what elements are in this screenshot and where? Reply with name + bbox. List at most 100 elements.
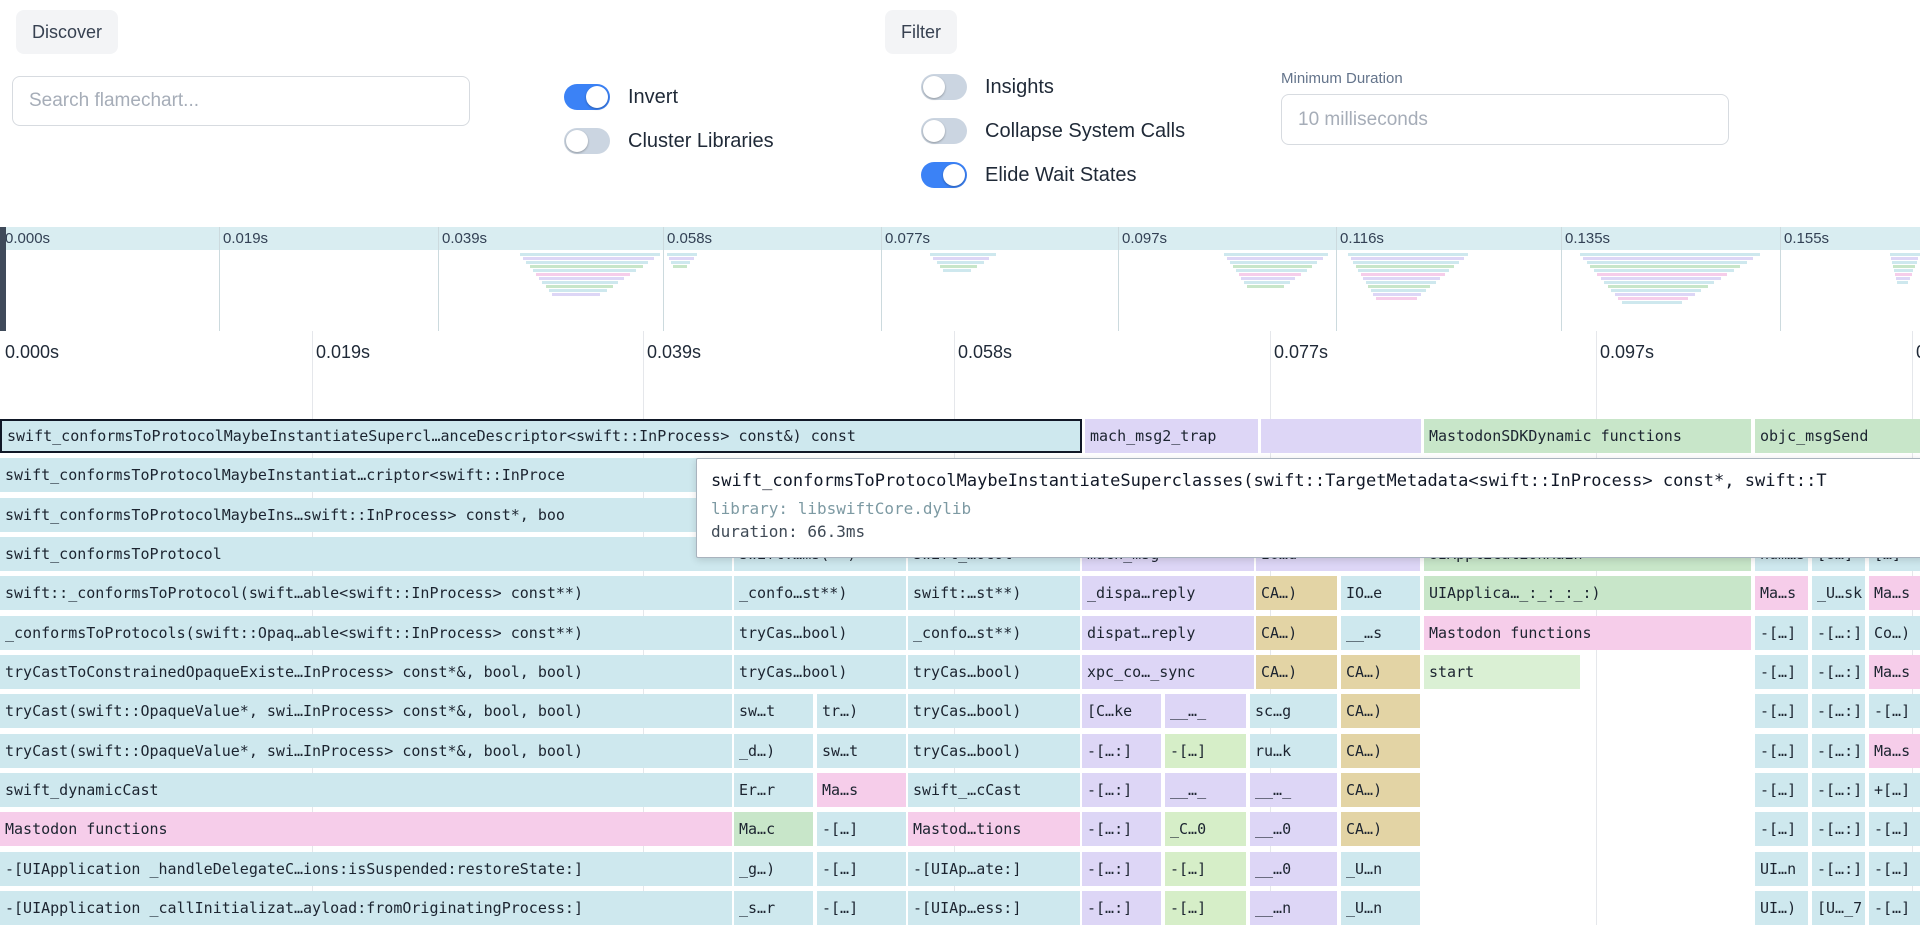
- flame-frame[interactable]: -[…]: [1869, 812, 1920, 846]
- flame-frame[interactable]: tryCas…bool): [734, 655, 906, 689]
- flame-frame[interactable]: swift_conformsToProtocolMaybeInstantiat……: [0, 458, 732, 492]
- flame-frame[interactable]: -[…]: [1755, 616, 1808, 650]
- flame-frame[interactable]: Ma…s: [817, 773, 906, 807]
- flame-frame[interactable]: CA…): [1341, 812, 1420, 846]
- flame-frame[interactable]: __…s: [1341, 616, 1420, 650]
- flame-frame[interactable]: -[…]: [817, 891, 906, 925]
- flame-frame[interactable]: CA…): [1256, 576, 1337, 610]
- flame-frame[interactable]: _U…n: [1341, 891, 1420, 925]
- flame-frame-selected[interactable]: swift_conformsToProtocolMaybeInstantiate…: [0, 419, 1082, 453]
- flame-frame[interactable]: sw…t: [817, 734, 906, 768]
- flame-frame[interactable]: -[UIApplication _callInitializat…ayload:…: [0, 891, 732, 925]
- flame-frame[interactable]: CA…): [1256, 616, 1337, 650]
- flame-frame[interactable]: swift_…cCast: [908, 773, 1080, 807]
- flame-frame[interactable]: [1261, 419, 1421, 453]
- flame-frame[interactable]: -[…]: [817, 812, 906, 846]
- flame-frame[interactable]: CA…): [1341, 655, 1420, 689]
- flame-frame[interactable]: CA…): [1341, 694, 1420, 728]
- flame-frame[interactable]: -[…]: [1755, 694, 1808, 728]
- flame-frame[interactable]: sw…t: [734, 694, 813, 728]
- flame-frame[interactable]: __…n: [1250, 891, 1337, 925]
- flame-frame[interactable]: -[…]: [1165, 852, 1246, 886]
- flame-frame[interactable]: -[UIAp…ate:]: [908, 852, 1080, 886]
- search-input[interactable]: [12, 76, 470, 126]
- flame-frame[interactable]: Ma…s: [1755, 576, 1808, 610]
- flame-frame[interactable]: __…_: [1250, 773, 1337, 807]
- flame-frame[interactable]: _confo…st**): [734, 576, 906, 610]
- flame-frame[interactable]: -[UIApplication _handleDelegateC…ions:is…: [0, 852, 732, 886]
- flame-frame[interactable]: -[…]: [1755, 655, 1808, 689]
- flame-frame[interactable]: tr…): [817, 694, 906, 728]
- flame-frame[interactable]: swift_conformsToProtocol: [0, 537, 732, 571]
- flame-frame[interactable]: _s…r: [734, 891, 813, 925]
- flame-frame[interactable]: Co…): [1869, 616, 1920, 650]
- flame-frame[interactable]: swift_dynamicCast: [0, 773, 732, 807]
- flame-frame[interactable]: xpc_co…_sync: [1082, 655, 1254, 689]
- flame-frame[interactable]: -[…:]: [1812, 852, 1865, 886]
- flame-frame[interactable]: -[…]: [1869, 694, 1920, 728]
- filter-button[interactable]: Filter: [885, 10, 957, 54]
- flame-frame[interactable]: -[…:]: [1812, 773, 1865, 807]
- flame-frame[interactable]: _U…n: [1341, 852, 1420, 886]
- flame-frame[interactable]: objc_msgSend: [1755, 419, 1920, 453]
- flame-frame[interactable]: -[…:]: [1082, 852, 1161, 886]
- flame-frame[interactable]: -[…:]: [1812, 655, 1865, 689]
- flame-frame[interactable]: Ma…c: [734, 812, 813, 846]
- flame-frame[interactable]: sc…g: [1250, 694, 1337, 728]
- flame-frame[interactable]: swift:…st**): [908, 576, 1080, 610]
- flame-frame[interactable]: ru…k: [1250, 734, 1337, 768]
- flame-frame[interactable]: -[…]: [1165, 734, 1246, 768]
- flame-frame[interactable]: Ma…s: [1869, 734, 1920, 768]
- flame-frame[interactable]: UI…): [1755, 891, 1808, 925]
- collapse-system-calls-toggle[interactable]: [921, 118, 967, 144]
- flame-frame[interactable]: tryCast(swift::OpaqueValue*, swi…InProce…: [0, 694, 732, 728]
- flame-frame[interactable]: -[…]: [1755, 812, 1808, 846]
- elide-wait-states-toggle[interactable]: [921, 162, 967, 188]
- flame-frame[interactable]: CA…): [1256, 655, 1337, 689]
- flame-frame[interactable]: __…_: [1165, 773, 1246, 807]
- flame-frame[interactable]: [C…ke: [1082, 694, 1161, 728]
- flame-frame[interactable]: -[…]: [1165, 891, 1246, 925]
- flame-frame[interactable]: tryCast(swift::OpaqueValue*, swi…InProce…: [0, 734, 732, 768]
- flame-frame[interactable]: MastodonSDKDynamic functions: [1424, 419, 1751, 453]
- flame-frame[interactable]: __…_: [1165, 694, 1246, 728]
- flame-frame[interactable]: _dispa…reply: [1082, 576, 1254, 610]
- flame-frame[interactable]: _conformsToProtocols(swift::Opaq…able<sw…: [0, 616, 732, 650]
- flame-frame[interactable]: tryCas…bool): [734, 616, 906, 650]
- minimap-viewport-indicator[interactable]: [0, 227, 6, 331]
- flame-frame[interactable]: CA…): [1341, 773, 1420, 807]
- flame-frame[interactable]: -[…:]: [1812, 616, 1865, 650]
- flame-frame[interactable]: -[…]: [1755, 734, 1808, 768]
- flame-frame[interactable]: -[…:]: [1082, 773, 1161, 807]
- flame-frame[interactable]: swift::_conformsToProtocol(swift…able<sw…: [0, 576, 732, 610]
- flame-frame[interactable]: swift_conformsToProtocolMaybeIns…swift::…: [0, 498, 732, 532]
- flame-frame[interactable]: mach_msg2_trap: [1085, 419, 1258, 453]
- flame-frame[interactable]: Ma…s: [1869, 576, 1920, 610]
- flame-frame[interactable]: tryCas…bool): [908, 734, 1080, 768]
- flame-frame[interactable]: __…0: [1250, 812, 1337, 846]
- flame-frame[interactable]: -[…:]: [1082, 812, 1161, 846]
- flame-frame[interactable]: Mastodon functions: [0, 812, 732, 846]
- flame-frame[interactable]: -[…:]: [1812, 812, 1865, 846]
- flame-frame[interactable]: -[UIAp…ess:]: [908, 891, 1080, 925]
- flame-frame[interactable]: _g…): [734, 852, 813, 886]
- flame-frame[interactable]: -[…:]: [1812, 694, 1865, 728]
- flame-frame[interactable]: tryCas…bool): [908, 655, 1080, 689]
- flame-frame[interactable]: _U…sk: [1812, 576, 1865, 610]
- flame-frame[interactable]: -[…]: [1869, 891, 1920, 925]
- invert-toggle[interactable]: [564, 84, 610, 110]
- flame-frame[interactable]: Ma…s: [1869, 655, 1920, 689]
- flame-frame[interactable]: tryCas…bool): [908, 694, 1080, 728]
- flame-frame[interactable]: Mastodon functions: [1424, 616, 1751, 650]
- flame-frame[interactable]: -[…]: [1869, 852, 1920, 886]
- flame-frame[interactable]: start: [1424, 655, 1580, 689]
- flame-frame[interactable]: _d…): [734, 734, 813, 768]
- cluster-libraries-toggle[interactable]: [564, 128, 610, 154]
- flame-frame[interactable]: UI…n: [1755, 852, 1808, 886]
- minimap[interactable]: 0.000s0.019s0.039s0.058s0.077s0.097s0.11…: [0, 227, 1920, 332]
- flame-frame[interactable]: -[…:]: [1812, 734, 1865, 768]
- flame-frame[interactable]: Er…r: [734, 773, 813, 807]
- flame-frame[interactable]: _confo…st**): [908, 616, 1080, 650]
- flame-frame[interactable]: [U…_7: [1812, 891, 1865, 925]
- flame-frame[interactable]: CA…): [1341, 734, 1420, 768]
